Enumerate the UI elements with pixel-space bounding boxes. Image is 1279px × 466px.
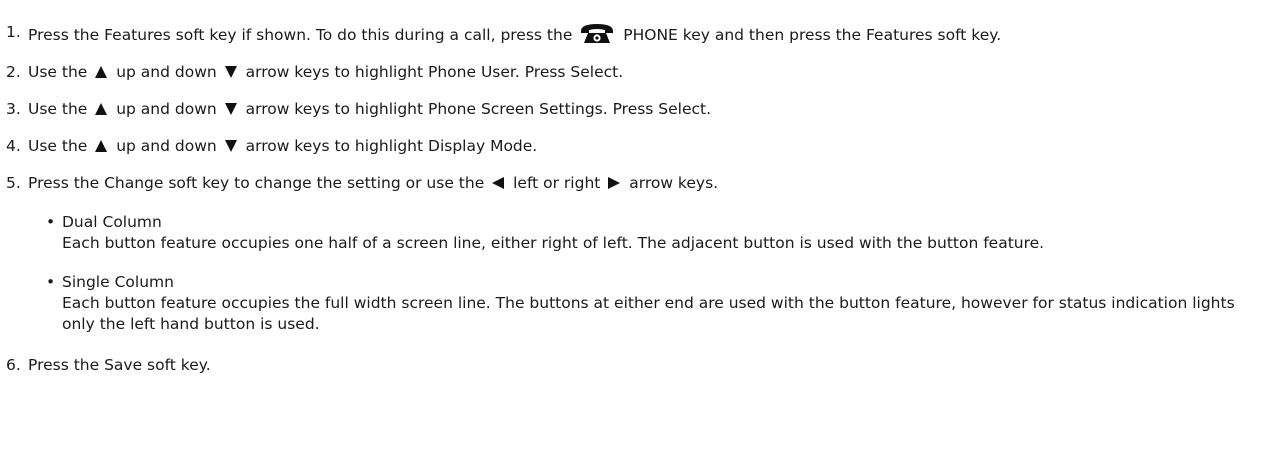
- right-arrow-icon: [608, 174, 621, 189]
- step-1: 1. Press the Features soft key if shown.…: [6, 22, 1268, 46]
- step-number: 3.: [6, 100, 21, 118]
- step-number: 4.: [6, 137, 21, 155]
- step-text: Press the Save soft key.: [28, 356, 211, 374]
- instruction-steps: 1. Press the Features soft key if shown.…: [6, 22, 1268, 392]
- step-text: left or right: [513, 174, 601, 192]
- step-text: Press the Features soft key if shown. To…: [28, 26, 573, 44]
- step-text: key and then press the Features soft key…: [682, 26, 1002, 44]
- step-text: arrow keys to highlight Display Mode.: [245, 137, 538, 155]
- step-text: arrow keys to highlight Phone User. Pres…: [245, 63, 624, 81]
- step-text: arrow keys.: [629, 174, 719, 192]
- step-4: 4. Use the up and down arrow keys to hig…: [6, 136, 1268, 157]
- step-text: up and down: [116, 63, 217, 81]
- option-description: Each button feature occupies one half of…: [62, 234, 1045, 252]
- up-arrow-icon: [95, 100, 108, 115]
- step-6: 6. Press the Save soft key.: [6, 355, 1268, 376]
- bullet-dot: •: [46, 273, 56, 291]
- option-title: Single Column: [62, 273, 174, 291]
- step-text: up and down: [116, 137, 217, 155]
- step-number: 5.: [6, 174, 21, 192]
- step-text: arrow keys to highlight Phone Screen Set…: [245, 100, 712, 118]
- step-3: 3. Use the up and down arrow keys to hig…: [6, 99, 1268, 120]
- up-arrow-icon: [95, 137, 108, 152]
- step-text: Use the: [28, 100, 88, 118]
- step-number: 1.: [6, 23, 21, 41]
- step-text: up and down: [116, 100, 217, 118]
- phone-icon: [579, 22, 615, 44]
- step-text: Use the: [28, 137, 88, 155]
- up-arrow-icon: [95, 63, 108, 78]
- bullet-dot: •: [46, 213, 56, 231]
- step-text: Press the Change soft key to change the …: [28, 174, 485, 192]
- step-number: 2.: [6, 63, 21, 81]
- display-mode-options: • Dual Column Each button feature occupi…: [28, 212, 1268, 335]
- step-2: 2. Use the up and down arrow keys to hig…: [6, 62, 1268, 83]
- step-5: 5. Press the Change soft key to change t…: [6, 173, 1268, 335]
- option-dual-column: • Dual Column Each button feature occupi…: [42, 212, 1268, 254]
- down-arrow-icon: [224, 63, 237, 78]
- option-description: Each button feature occupies the full wi…: [62, 294, 1235, 333]
- phone-key-label: PHONE: [623, 26, 678, 44]
- option-title: Dual Column: [62, 213, 162, 231]
- step-text: Use the: [28, 63, 88, 81]
- left-arrow-icon: [492, 174, 505, 189]
- option-single-column: • Single Column Each button feature occu…: [42, 272, 1268, 335]
- step-number: 6.: [6, 356, 21, 374]
- down-arrow-icon: [224, 100, 237, 115]
- down-arrow-icon: [224, 137, 237, 152]
